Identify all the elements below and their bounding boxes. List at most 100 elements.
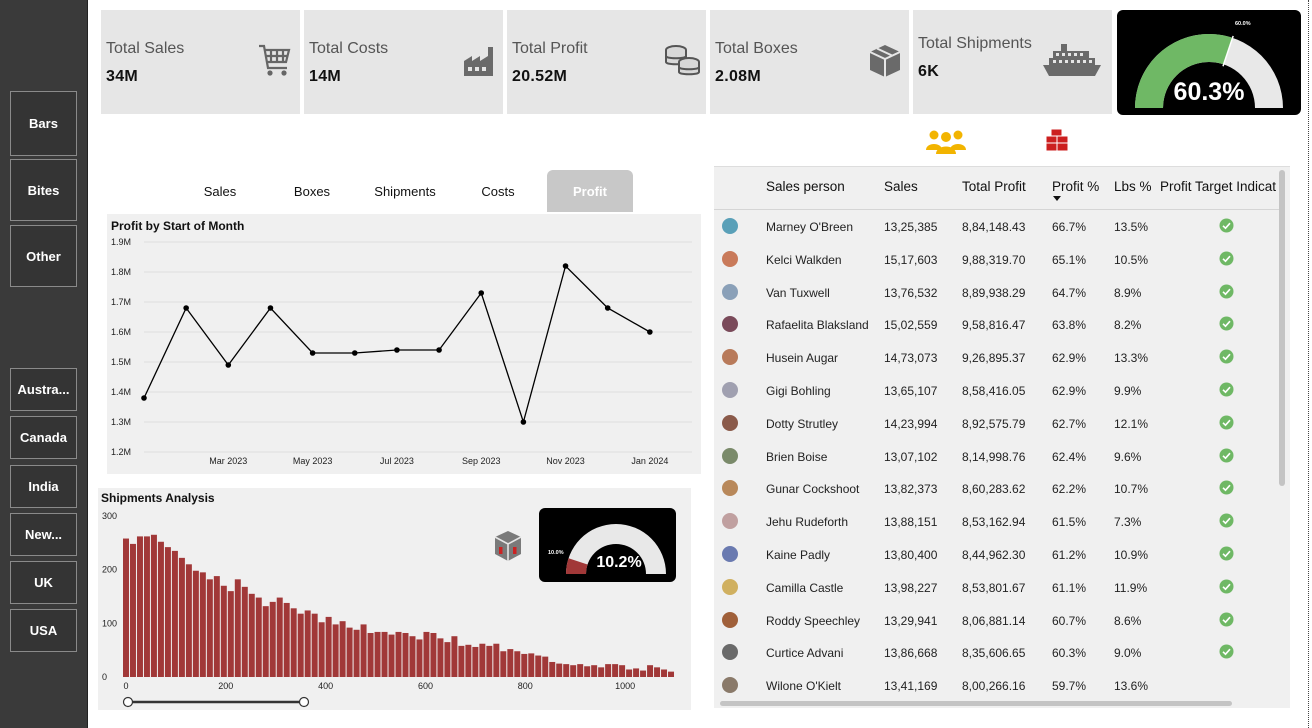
histogram-bar[interactable] [535, 655, 542, 677]
histogram-bar[interactable] [619, 665, 626, 677]
histogram-bar[interactable] [367, 632, 374, 677]
table-row[interactable]: Kaine Padly 13,80,400 8,44,962.30 61.2% 10.9… [714, 538, 1274, 570]
header-profit-target-indicator[interactable]: Profit Target Indicat [1160, 179, 1276, 194]
histogram-bar[interactable] [262, 606, 269, 677]
histogram-bar[interactable] [556, 663, 563, 677]
table-row[interactable]: Camilla Castle 13,98,227 8,53,801.67 61.1% 1… [714, 571, 1274, 603]
histogram-bar[interactable] [381, 631, 388, 677]
histogram-bar[interactable] [311, 613, 318, 677]
histogram-bar[interactable] [255, 597, 262, 677]
histogram-bar[interactable] [500, 651, 507, 677]
histogram-bar[interactable] [164, 547, 171, 677]
histogram-bar[interactable] [241, 586, 248, 677]
histogram-bar[interactable] [612, 664, 619, 677]
table-row[interactable]: Kelci Walkden 15,17,603 9,88,319.70 65.1% 10… [714, 243, 1274, 275]
histogram-bar[interactable] [157, 541, 164, 677]
tab-sales[interactable]: Sales [176, 170, 264, 212]
data-point[interactable] [394, 347, 400, 353]
histogram-bar[interactable] [437, 638, 444, 677]
histogram-bar[interactable] [346, 627, 353, 677]
histogram-bar[interactable] [234, 579, 241, 677]
sort-descending-icon[interactable] [1052, 196, 1062, 202]
histogram-bar[interactable] [269, 601, 276, 677]
histogram-bar[interactable] [248, 593, 255, 677]
country-canada-button[interactable]: Canada [10, 416, 77, 459]
table-vertical-scrollbar[interactable] [1279, 170, 1285, 486]
histogram-bar[interactable] [507, 649, 514, 677]
histogram-bar[interactable] [213, 576, 220, 677]
histogram-bar[interactable] [479, 643, 486, 677]
histogram-bar[interactable] [206, 579, 213, 677]
table-row[interactable]: Jehu Rudeforth 13,88,151 8,53,162.94 61.5% 7… [714, 505, 1274, 537]
histogram-bar[interactable] [276, 597, 283, 677]
data-point[interactable] [478, 290, 485, 296]
histogram-bar[interactable] [374, 631, 381, 677]
histogram-bar[interactable] [129, 543, 136, 677]
histogram-bar[interactable] [171, 550, 178, 677]
histogram-bar[interactable] [633, 668, 640, 677]
data-point[interactable] [436, 347, 442, 353]
histogram-bar[interactable] [402, 632, 409, 677]
histogram-bar[interactable] [647, 665, 654, 677]
histogram-bar[interactable] [136, 536, 143, 677]
histogram-bar[interactable] [640, 670, 647, 677]
histogram-bar[interactable] [388, 634, 395, 677]
header-profit-percent[interactable]: Profit % [1052, 179, 1099, 194]
histogram-bar[interactable] [465, 644, 472, 677]
bars-button[interactable]: Bars [10, 91, 77, 156]
data-point[interactable] [267, 305, 274, 311]
histogram-bar[interactable] [192, 570, 199, 677]
sales-person-table[interactable]: Sales person Sales Total Profit Profit %… [714, 166, 1290, 708]
histogram-bar[interactable] [325, 616, 332, 677]
country-australia-button[interactable]: Austra... [10, 368, 77, 411]
histogram-bar[interactable] [577, 664, 584, 677]
histogram-bar[interactable] [395, 631, 402, 677]
histogram-bar[interactable] [458, 645, 465, 677]
histogram-bar[interactable] [444, 642, 451, 677]
histogram-bar[interactable] [598, 667, 605, 677]
table-row[interactable]: Wilone O'Kielt 13,41,169 8,00,266.16 59.7% 1… [714, 669, 1274, 701]
header-sales[interactable]: Sales [884, 179, 918, 194]
histogram-bar[interactable] [123, 538, 129, 677]
country-usa-button[interactable]: USA [10, 609, 77, 652]
bites-button[interactable]: Bites [10, 159, 77, 221]
range-slider-max-handle[interactable] [298, 696, 310, 708]
data-point[interactable] [225, 362, 232, 368]
data-point[interactable] [309, 350, 316, 356]
header-lbs-percent[interactable]: Lbs % [1114, 179, 1152, 194]
histogram-bar[interactable] [423, 631, 430, 677]
histogram-bar[interactable] [416, 639, 423, 677]
country-new-zealand-button[interactable]: New... [10, 513, 77, 556]
data-point[interactable] [351, 350, 358, 356]
histogram-bar[interactable] [591, 665, 598, 677]
tab-profit[interactable]: Profit [547, 170, 633, 212]
histogram-bar[interactable] [661, 669, 668, 677]
histogram-bar[interactable] [227, 591, 234, 677]
histogram-bar[interactable] [318, 622, 325, 677]
table-row[interactable]: Roddy Speechley 13,29,941 8,06,881.14 60.7%… [714, 604, 1274, 636]
data-point[interactable] [562, 263, 569, 269]
histogram-bar[interactable] [297, 613, 304, 677]
histogram-bar[interactable] [143, 536, 150, 677]
histogram-bar[interactable] [304, 610, 311, 677]
histogram-bar[interactable] [493, 643, 500, 677]
histogram-bar[interactable] [521, 653, 528, 677]
histogram-bar[interactable] [486, 645, 493, 677]
histogram-bar[interactable] [178, 557, 185, 677]
tab-shipments[interactable]: Shipments [360, 170, 450, 212]
histogram-bar[interactable] [430, 632, 437, 677]
histogram-bar[interactable] [220, 585, 227, 677]
histogram-bar[interactable] [185, 564, 192, 677]
other-button[interactable]: Other [10, 225, 77, 287]
histogram-bar[interactable] [654, 667, 661, 677]
tab-boxes[interactable]: Boxes [268, 170, 356, 212]
histogram-bar[interactable] [528, 653, 535, 677]
table-row[interactable]: Gunar Cockshoot 13,82,373 8,60,283.62 62.2%… [714, 472, 1274, 504]
header-sales-person[interactable]: Sales person [766, 179, 845, 194]
data-point[interactable] [141, 395, 147, 401]
table-row[interactable]: Rafaelita Blaksland 15,02,559 9,58,816.47 6… [714, 308, 1274, 340]
histogram-bar[interactable] [353, 629, 360, 677]
histogram-bar[interactable] [472, 646, 479, 677]
histogram-bar[interactable] [668, 671, 675, 677]
table-row[interactable]: Dotty Strutley 14,23,994 8,92,575.79 62.7% 1… [714, 407, 1274, 439]
